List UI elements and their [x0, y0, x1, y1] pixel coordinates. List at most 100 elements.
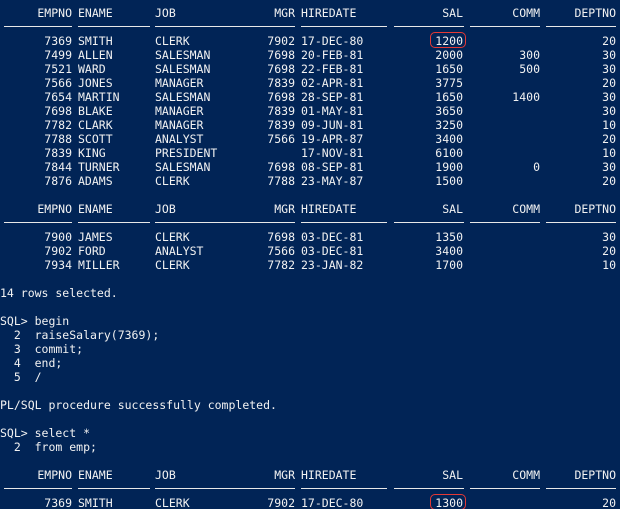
cell-ename: KING — [78, 146, 106, 160]
plsql-result-message-text: PL/SQL procedure successfully completed. — [0, 398, 277, 412]
cell-ename: MARTIN — [78, 90, 120, 104]
header-sal: SAL — [442, 6, 463, 20]
cell-empno: 7788 — [44, 132, 72, 146]
cell-sal: 1500 — [435, 174, 463, 188]
cell-mgr: 7839 — [267, 118, 295, 132]
rows-selected-message-text: 14 rows selected. — [0, 286, 118, 300]
cell-empno: 7839 — [44, 146, 72, 160]
terminal-window[interactable]: EMPNO ENAME JOB MGR HIREDATE SAL COMM DEPTNO 736… — [0, 0, 620, 509]
cell-deptno: 30 — [602, 48, 616, 62]
separator-dash — [394, 222, 464, 223]
plsql-line: 3 commit; — [0, 342, 620, 356]
header-deptno: DEPTNO — [574, 202, 616, 216]
cell-empno: 7521 — [44, 62, 72, 76]
plsql-line-text: 2 raiseSalary(7369); — [0, 328, 160, 342]
cell-empno: 7902 — [44, 244, 72, 258]
cell-ename: ALLEN — [78, 48, 113, 62]
separator-dash — [4, 222, 72, 223]
cell-mgr: 7782 — [267, 258, 295, 272]
separator-dash — [546, 488, 616, 489]
cell-hiredate: 22-FEB-81 — [301, 62, 364, 76]
table-row: 7698 BLAKE MANAGER 7839 01-MAY-81 3650 30 — [0, 104, 620, 118]
cell-empno: 7900 — [44, 230, 72, 244]
column-header-row: EMPNO ENAME JOB MGR HIREDATE SAL COMM DEPTNO — [0, 6, 620, 20]
cell-sal: 1650 — [435, 90, 463, 104]
cell-mgr: 7566 — [267, 244, 295, 258]
separator-dash — [301, 222, 387, 223]
separator-dash — [78, 222, 150, 223]
cell-deptno: 20 — [602, 496, 616, 509]
cell-job: CLERK — [155, 258, 190, 272]
cell-deptno: 30 — [602, 230, 616, 244]
header-deptno: DEPTNO — [574, 468, 616, 482]
cell-ename: MILLER — [78, 258, 120, 272]
separator-dash — [546, 26, 616, 27]
column-header-row: EMPNO ENAME JOB MGR HIREDATE SAL COMM DEPTNO — [0, 468, 620, 482]
table-row: 7900 JAMES CLERK 7698 03-DEC-81 1350 30 — [0, 230, 620, 244]
header-ename: ENAME — [78, 202, 113, 216]
header-job: JOB — [155, 202, 176, 216]
header-empno: EMPNO — [37, 468, 72, 482]
table-row: 7782 CLARK MANAGER 7839 09-JUN-81 3250 10 — [0, 118, 620, 132]
cell-empno: 7369 — [44, 34, 72, 48]
cell-deptno: 30 — [602, 62, 616, 76]
cell-empno: 7654 — [44, 90, 72, 104]
separator-dash — [470, 26, 540, 27]
cell-job: CLERK — [155, 496, 190, 509]
separator-dash — [301, 26, 387, 27]
separator-dash — [4, 488, 72, 489]
cell-mgr: 7698 — [267, 90, 295, 104]
cell-sal: 3775 — [435, 76, 463, 90]
separator-dash — [155, 222, 295, 223]
plsql-line-text: SQL> begin — [0, 314, 70, 328]
separator-dash — [394, 26, 464, 27]
separator-dash — [301, 488, 387, 489]
cell-deptno: 20 — [602, 76, 616, 90]
separator-dash — [78, 26, 150, 27]
cell-sal: 1700 — [435, 258, 463, 272]
cell-ename: SCOTT — [78, 132, 113, 146]
cell-ename: BLAKE — [78, 104, 113, 118]
cell-mgr: 7839 — [267, 104, 295, 118]
cell-hiredate: 23-MAY-87 — [301, 174, 364, 188]
cell-hiredate: 01-MAY-81 — [301, 104, 364, 118]
cell-job: MANAGER — [155, 76, 204, 90]
table-row: 7934 MILLER CLERK 7782 23-JAN-82 1700 10 — [0, 258, 620, 272]
cell-empno: 7499 — [44, 48, 72, 62]
cell-sal: 1900 — [435, 160, 463, 174]
cell-mgr: 7698 — [267, 48, 295, 62]
cell-mgr: 7698 — [267, 230, 295, 244]
header-mgr: MGR — [274, 6, 295, 20]
cell-ename: WARD — [78, 62, 106, 76]
table-row: 7788 SCOTT ANALYST 7566 19-APR-87 3400 20 — [0, 132, 620, 146]
cell-ename: JAMES — [78, 230, 113, 244]
cell-deptno: 10 — [602, 258, 616, 272]
cell-hiredate: 17-DEC-80 — [301, 496, 364, 509]
table-row: 7566 JONES MANAGER 7839 02-APR-81 3775 20 — [0, 76, 620, 90]
separator-dash — [394, 488, 464, 489]
header-sal: SAL — [442, 468, 463, 482]
rows-selected-message: 14 rows selected. — [0, 286, 620, 300]
cell-hiredate: 19-APR-87 — [301, 132, 364, 146]
header-job: JOB — [155, 468, 176, 482]
cell-sal: 1650 — [435, 62, 463, 76]
cell-hiredate: 03-DEC-81 — [301, 244, 364, 258]
cell-comm: 500 — [519, 62, 540, 76]
header-job: JOB — [155, 6, 176, 20]
plsql-line: SQL> begin — [0, 314, 620, 328]
separator-dash — [4, 26, 72, 27]
separator-dash — [546, 222, 616, 223]
cell-mgr: 7902 — [267, 34, 295, 48]
separator-row — [0, 482, 620, 496]
cell-hiredate: 20-FEB-81 — [301, 48, 364, 62]
query-line-text: 2 from emp; — [0, 440, 97, 454]
header-ename: ENAME — [78, 6, 113, 20]
cell-sal: 3400 — [435, 132, 463, 146]
cell-empno: 7369 — [44, 496, 72, 509]
cell-job: SALESMAN — [155, 62, 211, 76]
separator-dash — [78, 488, 150, 489]
cell-mgr: 7902 — [267, 496, 295, 509]
cell-sal: 6100 — [435, 146, 463, 160]
table-row: 7876 ADAMS CLERK 7788 23-MAY-87 1500 20 — [0, 174, 620, 188]
cell-deptno: 10 — [602, 146, 616, 160]
